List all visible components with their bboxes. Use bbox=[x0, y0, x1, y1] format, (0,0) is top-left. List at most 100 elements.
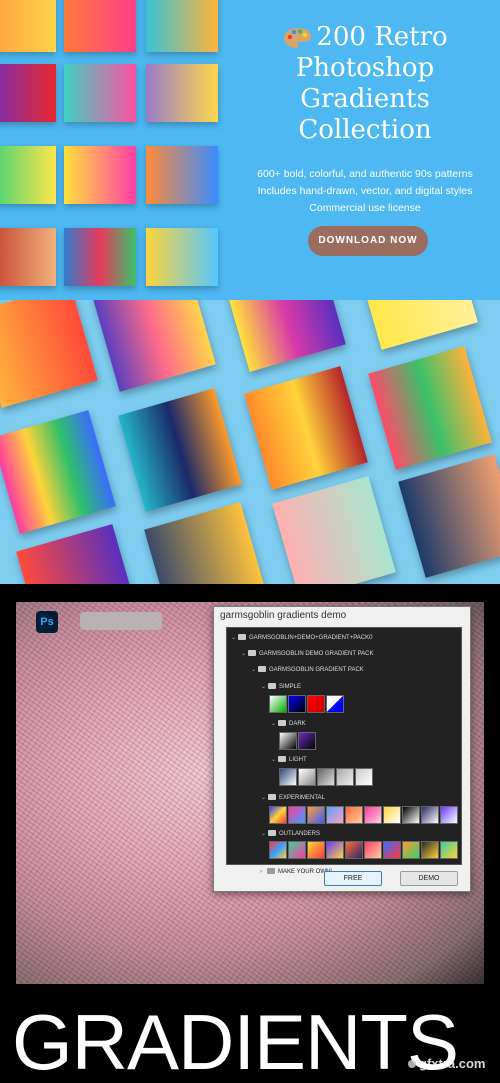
folder-icon bbox=[278, 756, 286, 762]
gradient-card bbox=[16, 524, 140, 584]
tree-folder[interactable]: ⌄ GARMSGOBLIN GRADIENT PACK bbox=[251, 664, 364, 676]
tree-label: EXPERIMENTAL bbox=[279, 795, 325, 801]
gradient-swatch bbox=[0, 0, 56, 52]
gradient-thumb[interactable] bbox=[269, 841, 287, 859]
tree-label: GARMSGOBLIN DEMO GRADIENT PACK bbox=[259, 651, 374, 657]
gradient-card bbox=[144, 502, 268, 584]
chevron-down-icon: ⌄ bbox=[261, 831, 267, 837]
gradient-swatch bbox=[0, 64, 56, 122]
gradient-swatch bbox=[146, 64, 218, 122]
gradient-swatch bbox=[0, 146, 56, 204]
gradient-thumb[interactable] bbox=[288, 841, 306, 859]
gradient-thumb[interactable] bbox=[279, 732, 297, 750]
tree-folder[interactable]: ⌄ LIGHT bbox=[271, 754, 307, 766]
gradient-card bbox=[0, 410, 116, 534]
chevron-down-icon: ⌄ bbox=[241, 651, 247, 657]
gradient-thumb[interactable] bbox=[298, 732, 316, 750]
gradient-card bbox=[0, 300, 98, 408]
gradient-card bbox=[368, 346, 492, 470]
gradient-thumb[interactable] bbox=[269, 695, 287, 713]
watermark: gfxtra.com bbox=[408, 1056, 485, 1071]
chevron-down-icon: ⌄ bbox=[261, 795, 267, 801]
hero-title-text: 200 Retro Photoshop Gradients Collection bbox=[295, 22, 448, 145]
gradient-thumb[interactable] bbox=[307, 806, 325, 824]
page: 200 Retro Photoshop Gradients Collection… bbox=[0, 0, 500, 1083]
tree-folder[interactable]: ⌄ SIMPLE bbox=[261, 681, 301, 693]
gradient-card bbox=[222, 300, 346, 372]
gradient-thumb[interactable] bbox=[440, 841, 458, 859]
feature-line: 600+ bold, colorful, and authentic 90s p… bbox=[257, 168, 473, 180]
gradient-thumb[interactable] bbox=[298, 768, 316, 786]
tree-folder[interactable]: ⌄ EXPERIMENTAL bbox=[261, 792, 325, 804]
tree-folder[interactable]: ⌄ GARMSGOBLIN DEMO GRADIENT PACK bbox=[241, 648, 373, 660]
gradient-thumb[interactable] bbox=[421, 841, 439, 859]
gradient-thumb[interactable] bbox=[326, 806, 344, 824]
folder-icon bbox=[268, 683, 276, 689]
hero-banner: 200 Retro Photoshop Gradients Collection… bbox=[0, 0, 500, 300]
dialog-title: garmsgoblin gradients demo bbox=[220, 610, 347, 621]
gradient-thumbnails bbox=[279, 768, 379, 788]
gradient-thumb[interactable] bbox=[307, 841, 325, 859]
gradient-thumb[interactable] bbox=[288, 695, 306, 713]
gradient-thumb[interactable] bbox=[345, 841, 363, 859]
gradient-thumb[interactable] bbox=[421, 806, 439, 824]
gradient-thumbnails bbox=[269, 841, 461, 861]
headline: GRADIENTS bbox=[12, 998, 459, 1083]
free-button[interactable]: FREE bbox=[324, 871, 382, 886]
gradient-thumb[interactable] bbox=[355, 768, 373, 786]
photoshop-demo: Ps garmsgoblin gradients demo ⌄ GARMSGOBL… bbox=[0, 584, 500, 1083]
gradient-card bbox=[92, 300, 216, 392]
gradient-thumbnails bbox=[269, 806, 461, 826]
gradient-thumb[interactable] bbox=[364, 841, 382, 859]
folder-icon bbox=[268, 830, 276, 836]
gradient-thumbnails bbox=[269, 695, 349, 715]
toolbar-placeholder bbox=[80, 612, 162, 630]
gradient-swatch bbox=[64, 0, 136, 52]
gradient-thumb[interactable] bbox=[364, 806, 382, 824]
watermark-text: gfxtra.com bbox=[419, 1056, 486, 1071]
artist-palette-icon bbox=[284, 28, 312, 48]
folder-icon bbox=[258, 666, 266, 672]
tree-label: LIGHT bbox=[289, 757, 307, 763]
folder-icon bbox=[267, 868, 275, 874]
photoshop-app-icon: Ps bbox=[36, 611, 58, 633]
chevron-right-icon: › bbox=[260, 869, 262, 875]
gradient-thumb[interactable] bbox=[317, 768, 335, 786]
gradient-swatch bbox=[64, 228, 136, 286]
feature-list: 600+ bold, colorful, and authentic 90s p… bbox=[240, 166, 490, 217]
chevron-down-icon: ⌄ bbox=[271, 721, 277, 727]
tree-folder[interactable]: ⌄ GARMSGOBLIN+DEMO+GRADIENT+PACK0 bbox=[231, 632, 372, 644]
gradient-thumb[interactable] bbox=[288, 806, 306, 824]
tree-folder[interactable]: › MAKE YOUR OWN! bbox=[260, 866, 332, 878]
tree-label: GARMSGOBLIN+DEMO+GRADIENT+PACK0 bbox=[249, 635, 373, 641]
gradient-thumb[interactable] bbox=[326, 695, 344, 713]
tree-folder[interactable]: ⌄ DARK bbox=[271, 718, 306, 730]
demo-button[interactable]: DEMO bbox=[400, 871, 458, 886]
chevron-down-icon: ⌄ bbox=[261, 684, 267, 690]
gradient-thumb[interactable] bbox=[307, 695, 325, 713]
gradient-swatch bbox=[64, 64, 136, 122]
gradient-card bbox=[118, 388, 242, 512]
gradient-dialog: garmsgoblin gradients demo ⌄ GARMSGOBLIN+… bbox=[213, 606, 471, 892]
gradient-card bbox=[398, 454, 500, 578]
gradient-thumb[interactable] bbox=[402, 806, 420, 824]
gradient-tree: ⌄ GARMSGOBLIN+DEMO+GRADIENT+PACK0 ⌄ GARMSG… bbox=[226, 627, 462, 865]
gradient-thumb[interactable] bbox=[402, 841, 420, 859]
tree-folder[interactable]: ⌄ OUTLANDERS bbox=[261, 828, 320, 840]
gradient-thumb[interactable] bbox=[269, 806, 287, 824]
tree-label: SIMPLE bbox=[279, 684, 302, 690]
gradient-swatch bbox=[0, 228, 56, 286]
gradient-thumb[interactable] bbox=[383, 841, 401, 859]
gradient-thumb[interactable] bbox=[326, 841, 344, 859]
gradient-thumb[interactable] bbox=[345, 806, 363, 824]
gradient-thumb[interactable] bbox=[336, 768, 354, 786]
tree-label: GARMSGOBLIN GRADIENT PACK bbox=[269, 667, 364, 673]
tilted-gradient-showcase bbox=[0, 300, 500, 584]
gradient-swatch bbox=[146, 228, 218, 286]
tree-label: OUTLANDERS bbox=[279, 831, 321, 837]
folder-icon bbox=[268, 794, 276, 800]
download-now-button[interactable]: DOWNLOAD NOW bbox=[308, 226, 428, 256]
gradient-thumb[interactable] bbox=[383, 806, 401, 824]
gradient-thumb[interactable] bbox=[440, 806, 458, 824]
gradient-thumb[interactable] bbox=[279, 768, 297, 786]
